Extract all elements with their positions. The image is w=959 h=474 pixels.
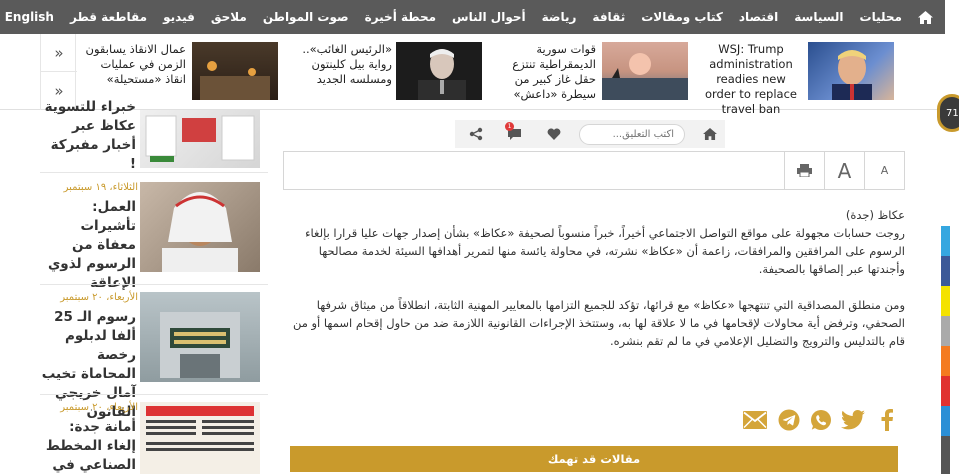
ticker-thumbnail — [602, 42, 688, 100]
comment-input[interactable] — [579, 124, 685, 145]
comment-count-badge: 1 — [505, 122, 514, 131]
nav-item-qatar-boycott[interactable]: مقاطعة قطر — [62, 0, 155, 34]
article-thumbnail — [140, 402, 260, 474]
article-toolbar: 1 — [455, 120, 725, 148]
share-icon[interactable] — [465, 124, 487, 144]
ticker-headline: WSJ: Trump administration readies new or… — [704, 42, 797, 116]
list-item-title: خبراء للتسوية عكاظ عبر أخبار مفبركة ! — [44, 99, 136, 172]
divider — [40, 284, 268, 285]
nav-item-citizen-voice[interactable]: صوت المواطن — [255, 0, 357, 34]
list-item-date: الأربعاء، ٢٠ سبتمبر — [60, 402, 138, 413]
related-articles-header[interactable]: مقالات قد تهمك — [290, 446, 898, 472]
social-tab[interactable] — [941, 286, 950, 316]
like-heart-icon[interactable] — [543, 124, 565, 144]
ticker-headline: قوات سورية الديمقراطية تنتزع حقل غاز كبي… — [512, 42, 596, 101]
list-item-title: العمل: تأشيرات معفاة من الرسوم لذوي الإع… — [47, 199, 136, 291]
nav-item-supplements[interactable]: ملاحق — [203, 0, 255, 34]
top-navigation: محليات السياسة اقتصاد كتاب ومقالات ثقافة… — [0, 0, 945, 34]
ticker-item[interactable]: WSJ: Trump administration readies new or… — [700, 42, 898, 116]
nav-item-sports[interactable]: رياضة — [534, 0, 585, 34]
reading-progress-badge: 71 — [937, 94, 959, 132]
social-tab[interactable] — [941, 226, 950, 256]
article-thumbnail — [140, 182, 260, 272]
font-size-controls: A A — [283, 151, 905, 190]
article-paragraph: ومن منطلق المصداقية التي تنتهجها «عكاظ» … — [292, 298, 905, 348]
article-source: عكاظ (جدة) — [845, 208, 905, 222]
twitter-icon[interactable] — [840, 407, 866, 433]
social-tab[interactable] — [941, 376, 950, 406]
divider — [40, 394, 268, 395]
divider — [40, 172, 268, 173]
ticker-prev-button[interactable]: » — [41, 34, 77, 72]
article-thumbnail — [140, 110, 260, 168]
nav-item-culture[interactable]: ثقافة — [584, 0, 633, 34]
telegram-icon[interactable] — [776, 407, 802, 433]
email-icon[interactable] — [742, 407, 768, 433]
nav-item-english[interactable]: English — [0, 0, 62, 34]
social-tab[interactable] — [941, 316, 950, 346]
article-paragraph: روجت حسابات مجهولة على مواقع التواصل الا… — [305, 226, 905, 276]
font-decrease-button[interactable]: A — [864, 152, 904, 189]
nav-item-writers[interactable]: كتاب ومقالات — [633, 0, 731, 34]
article-thumbnail — [140, 292, 260, 382]
social-tab[interactable] — [941, 436, 950, 474]
nav-item-local[interactable]: محليات — [852, 0, 910, 34]
nav-item-politics[interactable]: السياسة — [786, 0, 851, 34]
social-tab[interactable] — [941, 346, 950, 376]
nav-item-last-stop[interactable]: محطة أخيرة — [357, 0, 444, 34]
ticker-thumbnail — [192, 42, 278, 100]
nav-item-people[interactable]: أحوال الناس — [444, 0, 534, 34]
ticker-headline: «الرئيس الغائب».. رواية بيل كلينتون ومسل… — [302, 42, 392, 86]
font-increase-button[interactable]: A — [824, 152, 864, 189]
social-tab[interactable] — [941, 406, 950, 436]
ticker-thumbnail — [808, 42, 894, 100]
list-item[interactable]: الأربعاء، ٢٠ سبتمبر أمانة جدة: إلغاء الم… — [40, 400, 268, 474]
home-icon[interactable] — [918, 0, 933, 34]
list-item[interactable]: الثلاثاء، ١٩ سبتمبر العمل: تأشيرات معفاة… — [40, 180, 268, 291]
share-buttons — [742, 407, 898, 433]
side-social-strip — [941, 226, 950, 474]
ticker-item[interactable]: قوات سورية الديمقراطية تنتزع حقل غاز كبي… — [490, 42, 690, 102]
print-icon[interactable] — [784, 152, 824, 189]
nav-item-economy[interactable]: اقتصاد — [731, 0, 786, 34]
article-body: عكاظ (جدة) روجت حسابات مجهولة على مواقع … — [285, 206, 905, 368]
whatsapp-icon[interactable] — [808, 407, 834, 433]
list-item-title: أمانة جدة: إلغاء المخطط الصناعي في غليل — [45, 419, 136, 473]
related-sidebar: خبراء للتسوية عكاظ عبر أخبار مفبركة ! ال… — [40, 99, 268, 474]
home-icon[interactable] — [699, 124, 721, 144]
social-tab[interactable] — [941, 256, 950, 286]
list-item[interactable]: الأربعاء، ٢٠ سبتمبر رسوم الـ 25 ألفا لدب… — [40, 290, 268, 420]
list-item-date: الأربعاء، ٢٠ سبتمبر — [60, 292, 138, 303]
ticker-headline: عمال الانقاذ يسابقون الزمن في عمليات انق… — [85, 42, 186, 86]
facebook-icon[interactable] — [874, 407, 900, 433]
list-item-date: الثلاثاء، ١٩ سبتمبر — [63, 182, 138, 193]
ticker-item[interactable]: «الرئيس الغائب».. رواية بيل كلينتون ومسل… — [296, 42, 486, 102]
ticker-item[interactable]: عمال الانقاذ يسابقون الزمن في عمليات انق… — [80, 42, 278, 102]
list-item[interactable]: خبراء للتسوية عكاظ عبر أخبار مفبركة ! — [40, 98, 268, 172]
nav-item-video[interactable]: فيديو — [155, 0, 203, 34]
ticker-thumbnail — [396, 42, 482, 100]
